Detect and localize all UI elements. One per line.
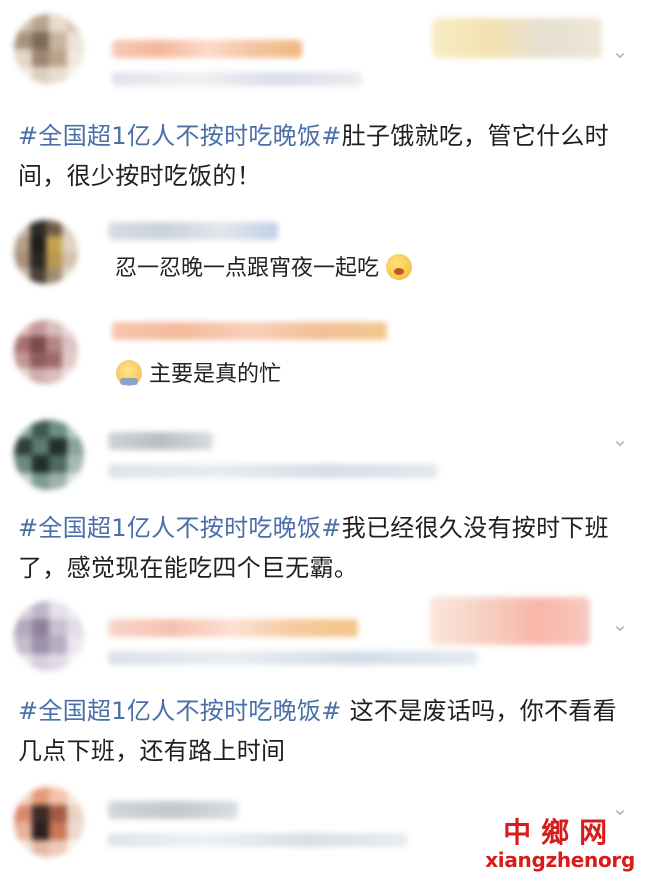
username[interactable] (108, 619, 358, 637)
avatar[interactable] (14, 220, 78, 284)
post-meta (108, 651, 478, 665)
chevron-down-icon[interactable]: ⌄ (609, 428, 631, 450)
hashtag-link[interactable]: #全国超1亿人不按时吃晚饭# (18, 514, 342, 542)
reply-text: 主要是真的忙 (116, 360, 281, 390)
post-1: ⌄ #全国超1亿人不按时吃晚饭#肚子饿就吃，管它什么时 间，很少按时吃饭的！ (0, 0, 649, 200)
post-text: #全国超1亿人不按时吃晚饭#我已经很久没有按时下班 了，感觉现在能吃四个巨无霸。 (18, 514, 609, 582)
reply-text: 忍一忍晚一点跟宵夜一起吃 (115, 254, 413, 284)
post-meta (108, 464, 438, 478)
avatar[interactable] (14, 420, 84, 490)
avatar[interactable] (14, 14, 84, 84)
hashtag-link[interactable]: #全国超1亿人不按时吃晚饭# (18, 122, 342, 150)
hashtag-link[interactable]: #全国超1亿人不按时吃晚饭# (18, 697, 342, 725)
yawn-emoji (386, 254, 413, 280)
username[interactable] (108, 222, 278, 240)
follow-badge[interactable] (432, 18, 602, 58)
post-meta (108, 833, 408, 847)
post-meta (112, 72, 362, 86)
reply-1: 忍一忍晚一点跟宵夜一起吃 (0, 200, 649, 300)
username[interactable] (112, 322, 387, 340)
chevron-down-icon[interactable]: ⌄ (609, 40, 631, 62)
tired-emoji (116, 360, 142, 386)
watermark-logo: 中鄉网 xiangzhenorg (485, 816, 635, 873)
post-3: ⌄ #全国超1亿人不按时吃晚饭# 这不是废话吗，你不看看 几点下班，还有路上时间 (0, 595, 649, 775)
avatar[interactable] (14, 320, 78, 384)
post-text: #全国超1亿人不按时吃晚饭#肚子饿就吃，管它什么时 间，很少按时吃饭的！ (18, 122, 609, 190)
username[interactable] (112, 40, 302, 58)
chevron-down-icon[interactable]: ⌄ (609, 613, 631, 635)
reply-2: 主要是真的忙 (0, 300, 649, 410)
post-text: #全国超1亿人不按时吃晚饭# 这不是废话吗，你不看看 几点下班，还有路上时间 (18, 697, 617, 765)
username[interactable] (108, 432, 213, 450)
follow-badge[interactable] (430, 597, 590, 645)
username[interactable] (108, 801, 238, 819)
avatar[interactable] (14, 601, 84, 671)
post-2: ⌄ #全国超1亿人不按时吃晚饭#我已经很久没有按时下班 了，感觉现在能吃四个巨无… (0, 410, 649, 595)
avatar[interactable] (14, 787, 84, 857)
